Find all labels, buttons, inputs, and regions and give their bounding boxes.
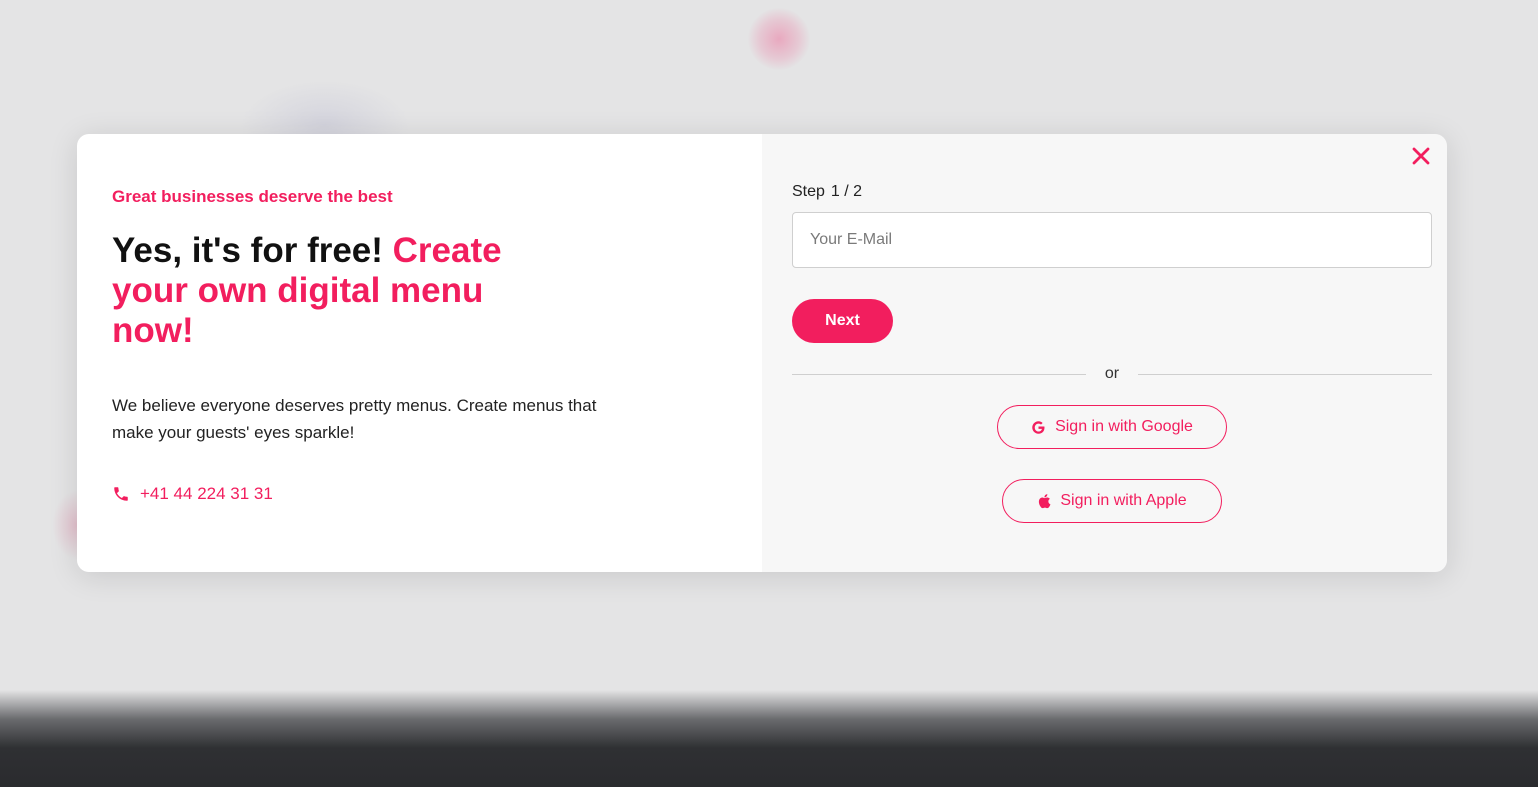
email-field[interactable] (792, 212, 1432, 268)
or-divider: or (792, 363, 1433, 385)
intro-eyebrow: Great businesses deserve the best (112, 187, 393, 206)
next-button[interactable]: Next (792, 299, 893, 343)
google-signin-button[interactable]: Sign in with Google (997, 405, 1227, 449)
divider-line-right (1138, 373, 1433, 375)
apple-icon (1037, 493, 1051, 509)
intro-description: We believe everyone deserves pretty menu… (112, 396, 597, 442)
apple-signin-label: Sign in with Apple (1060, 492, 1187, 509)
blurred-background-dot (748, 8, 810, 70)
close-icon (1412, 147, 1430, 170)
step-indicator: Step 1 / 2 (792, 183, 862, 201)
intro-panel: Great businesses deserve the best Yes, i… (77, 134, 762, 572)
google-icon (1031, 420, 1046, 435)
phone-icon (112, 485, 130, 503)
close-button[interactable] (1409, 146, 1433, 170)
phone-link[interactable]: +41 44 224 31 31 (112, 484, 273, 504)
divider-text: or (1104, 365, 1120, 382)
apple-signin-button[interactable]: Sign in with Apple (1002, 479, 1222, 523)
step-label-text: Step (792, 183, 825, 200)
step-counter: 1 / 2 (830, 183, 863, 200)
signup-form-panel: Step 1 / 2 Next or Sign in with Google Si… (762, 134, 1447, 572)
google-signin-label: Sign in with Google (1055, 418, 1193, 435)
phone-number: +41 44 224 31 31 (140, 484, 273, 503)
divider-line-left (792, 373, 1086, 375)
bottom-dark-fade (0, 690, 1538, 787)
signup-modal: Great businesses deserve the best Yes, i… (77, 134, 1447, 572)
headline-plain-text: Yes, it's for free! (112, 231, 393, 270)
intro-headline: Yes, it's for free! Create your own digi… (112, 231, 552, 351)
